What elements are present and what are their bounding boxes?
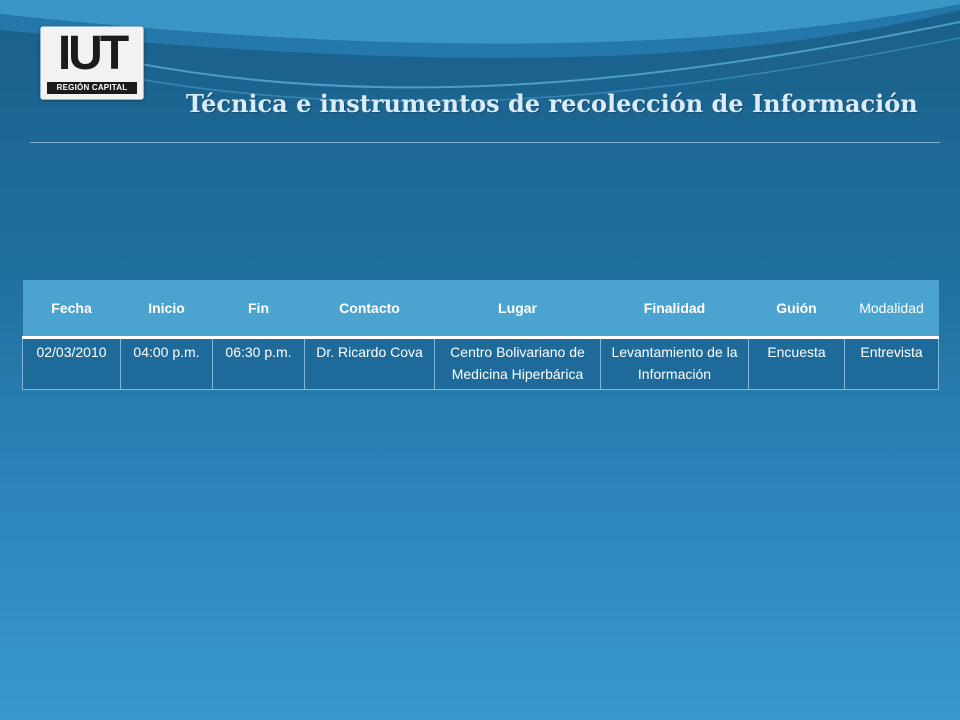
iut-logo: IUT REGIÓN CAPITAL [40,26,144,100]
header-fin: Fin [212,280,305,339]
cell-lugar: Centro Bolivariano de Medicina Hiperbári… [434,337,601,390]
cell-fin: 06:30 p.m. [212,337,305,390]
cell-modalidad: Entrevista [844,337,939,390]
header-finalidad: Finalidad [600,280,749,339]
title-divider [30,142,940,143]
cell-guion: Encuesta [748,337,845,390]
logo-subtitle: REGIÓN CAPITAL [47,82,137,94]
page-title: Técnica e instrumentos de recolección de… [186,89,918,118]
header-guion: Guión [748,280,845,339]
cell-finalidad: Levantamiento de la Información [600,337,749,390]
header-lugar: Lugar [434,280,601,339]
header-fecha: Fecha [22,280,121,339]
cell-contacto: Dr. Ricardo Cova [304,337,435,390]
cell-inicio: 04:00 p.m. [120,337,213,390]
header-modalidad: Modalidad [844,280,939,339]
header-contacto: Contacto [304,280,435,339]
header-inicio: Inicio [120,280,213,339]
cell-fecha: 02/03/2010 [22,337,121,390]
logo-main-text: IUT [57,27,129,80]
table-row: 02/03/2010 04:00 p.m. 06:30 p.m. Dr. Ric… [22,337,939,390]
schedule-table: Fecha Inicio Fin Contacto Lugar Finalida… [22,280,939,390]
table-header-row: Fecha Inicio Fin Contacto Lugar Finalida… [22,280,939,339]
